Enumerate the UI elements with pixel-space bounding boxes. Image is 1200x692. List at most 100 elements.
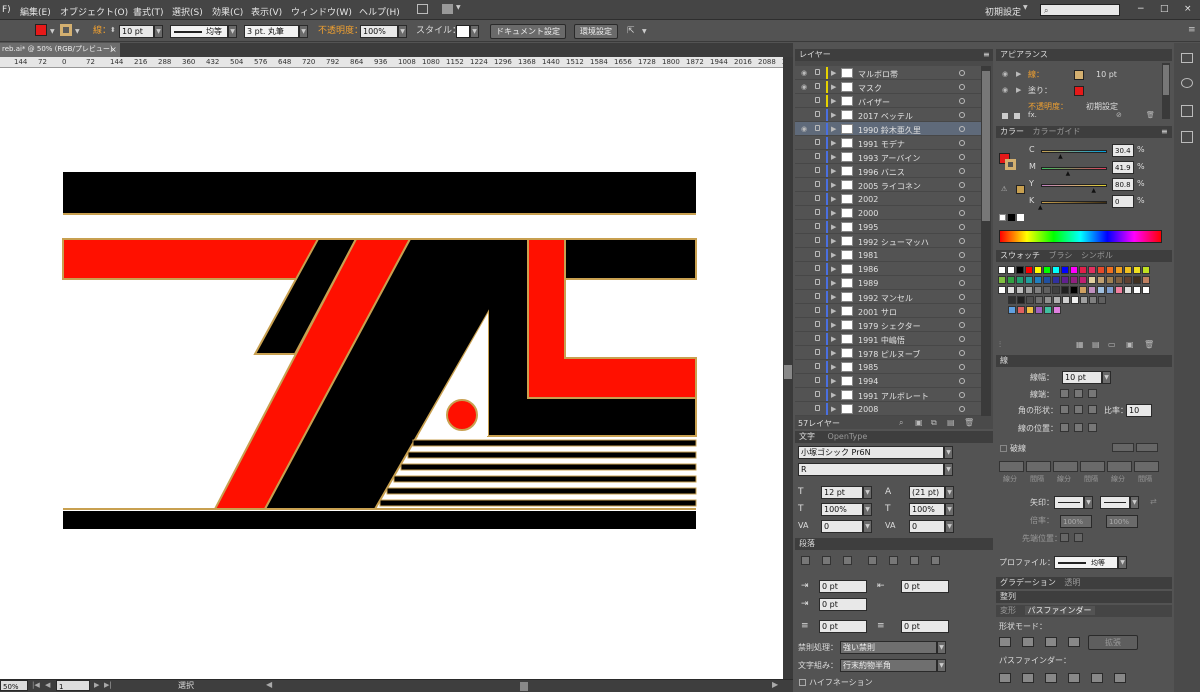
swatch[interactable] xyxy=(1026,306,1034,314)
align-outside-stroke-icon[interactable] xyxy=(1088,423,1097,432)
disclosure-icon[interactable]: ▶ xyxy=(831,307,836,315)
fx-icon[interactable]: fx. xyxy=(1028,112,1037,119)
swatch[interactable] xyxy=(998,276,1006,284)
clipping-mask-icon[interactable]: ▣ xyxy=(915,419,923,427)
disclosure-icon[interactable]: ▶ xyxy=(831,111,836,119)
trim-icon[interactable] xyxy=(1022,673,1034,683)
workspace-switcher[interactable]: 初期設定 xyxy=(985,5,1021,18)
menu-window[interactable]: ウィンドウ(W) xyxy=(291,5,352,18)
font-size-field[interactable]: 12 pt xyxy=(821,486,863,499)
lock-icon[interactable] xyxy=(815,391,820,397)
font-size-dropdown[interactable]: ▼ xyxy=(863,486,872,499)
stroke-weight-dropdown[interactable]: ▼ xyxy=(1102,371,1111,384)
bevel-join-icon[interactable] xyxy=(1088,405,1097,414)
swatch[interactable] xyxy=(1142,266,1150,274)
layer-row[interactable]: ▶ 1995 xyxy=(795,220,991,234)
chevron-down-icon[interactable]: ▼ xyxy=(75,28,80,35)
profile-field[interactable]: 均等 xyxy=(1054,556,1118,569)
magenta-slider[interactable] xyxy=(1041,167,1107,170)
swatch[interactable] xyxy=(1133,286,1141,294)
search-input[interactable]: ⌕ xyxy=(1040,4,1120,16)
target-icon[interactable] xyxy=(959,238,965,244)
trash-icon[interactable]: 🗑 xyxy=(1144,341,1154,349)
target-icon[interactable] xyxy=(959,392,965,398)
black-slider[interactable] xyxy=(1041,201,1107,204)
disclosure-icon[interactable]: ▶ xyxy=(831,251,836,259)
kerning-dropdown[interactable]: ▼ xyxy=(863,520,872,533)
end-arrow-field[interactable] xyxy=(1100,496,1130,509)
stroke-style-dropdown[interactable]: ▼ xyxy=(228,25,237,38)
target-icon[interactable] xyxy=(959,112,965,118)
disclosure-icon[interactable]: ▶ xyxy=(831,279,836,287)
swatch[interactable] xyxy=(1043,266,1051,274)
tab-color-guide[interactable]: カラーガイド xyxy=(1033,127,1081,136)
dash-field[interactable] xyxy=(1053,461,1078,472)
swatch[interactable] xyxy=(1088,286,1096,294)
swatch[interactable] xyxy=(1052,286,1060,294)
swatch[interactable] xyxy=(1007,286,1015,294)
scroll-thumb[interactable] xyxy=(982,71,990,221)
eye-icon[interactable]: ◉ xyxy=(801,69,807,77)
lock-icon[interactable] xyxy=(815,293,820,299)
align-center-stroke-icon[interactable] xyxy=(1060,423,1069,432)
target-icon[interactable] xyxy=(959,210,965,216)
tracking-dropdown[interactable]: ▼ xyxy=(945,520,954,533)
target-icon[interactable] xyxy=(959,364,965,370)
lock-icon[interactable] xyxy=(815,69,820,75)
font-family-dropdown[interactable]: ▼ xyxy=(944,446,953,459)
limit-field[interactable]: 10 xyxy=(1126,404,1152,417)
locate-object-icon[interactable]: ⌕ xyxy=(899,419,903,427)
swatch[interactable] xyxy=(1088,266,1096,274)
round-cap-icon[interactable] xyxy=(1074,389,1083,398)
unite-icon[interactable] xyxy=(999,637,1011,647)
dash-field[interactable] xyxy=(1107,461,1132,472)
butt-cap-icon[interactable] xyxy=(1060,389,1069,398)
menu-effect[interactable]: 効果(C) xyxy=(212,5,243,18)
tab-color[interactable]: カラー xyxy=(1000,127,1024,136)
artboard-canvas[interactable] xyxy=(0,68,783,679)
swatch[interactable] xyxy=(1016,266,1024,274)
font-style-dropdown[interactable]: ▼ xyxy=(944,463,953,476)
disclosure-icon[interactable]: ▶ xyxy=(831,335,836,343)
stroke-weight-dropdown[interactable]: ▼ xyxy=(154,25,163,38)
outline-icon[interactable] xyxy=(1091,673,1103,683)
swatch[interactable] xyxy=(1025,266,1033,274)
panel-menu-icon[interactable]: ≡ xyxy=(1161,128,1168,136)
layer-row[interactable]: ▶ 1992 シューマッハ xyxy=(795,234,991,248)
disclosure-icon[interactable]: ▶ xyxy=(831,195,836,203)
out-of-gamut-swatch[interactable] xyxy=(1016,185,1025,194)
swatch[interactable] xyxy=(1035,306,1043,314)
brush-definition[interactable]: 3 pt. 丸筆 xyxy=(244,25,299,38)
swatch[interactable] xyxy=(1034,266,1042,274)
crop-icon[interactable] xyxy=(1068,673,1080,683)
minus-front-icon[interactable] xyxy=(1022,637,1034,647)
target-icon[interactable] xyxy=(959,140,965,146)
projecting-cap-icon[interactable] xyxy=(1088,389,1097,398)
disclosure-icon[interactable]: ▶ xyxy=(831,69,836,77)
target-icon[interactable] xyxy=(959,168,965,174)
swatch[interactable] xyxy=(1008,306,1016,314)
dash-field[interactable] xyxy=(999,461,1024,472)
disclosure-icon[interactable]: ▶ xyxy=(831,349,836,357)
start-arrow-dropdown[interactable]: ▼ xyxy=(1084,496,1093,509)
preferences-button[interactable]: 環境設定 xyxy=(574,24,618,39)
menu-object[interactable]: オブジェクト(O) xyxy=(60,5,128,18)
swatch[interactable] xyxy=(1079,266,1087,274)
lock-icon[interactable] xyxy=(815,265,820,271)
layer-row[interactable]: ▶ 1993 アーバイン xyxy=(795,150,991,164)
swatch[interactable] xyxy=(1071,296,1079,304)
tracking-field[interactable]: 0 xyxy=(909,520,945,533)
align-panel-title[interactable]: 整列 xyxy=(1000,592,1016,601)
layer-row[interactable]: ▶ 2001 サロ xyxy=(795,304,991,318)
target-icon[interactable] xyxy=(959,224,965,230)
lock-icon[interactable] xyxy=(815,251,820,257)
swatch[interactable] xyxy=(1097,266,1105,274)
prev-page-icon[interactable]: ◀ xyxy=(45,682,50,689)
swatch[interactable] xyxy=(1043,276,1051,284)
h-scroll-thumb[interactable] xyxy=(520,682,528,691)
hyphenation-checkbox[interactable] xyxy=(799,679,806,686)
target-icon[interactable] xyxy=(959,336,965,342)
lock-icon[interactable] xyxy=(815,195,820,201)
layer-row[interactable]: ▶ バイザー xyxy=(795,94,991,108)
arrow-scale-start[interactable]: 100% xyxy=(1060,515,1092,528)
